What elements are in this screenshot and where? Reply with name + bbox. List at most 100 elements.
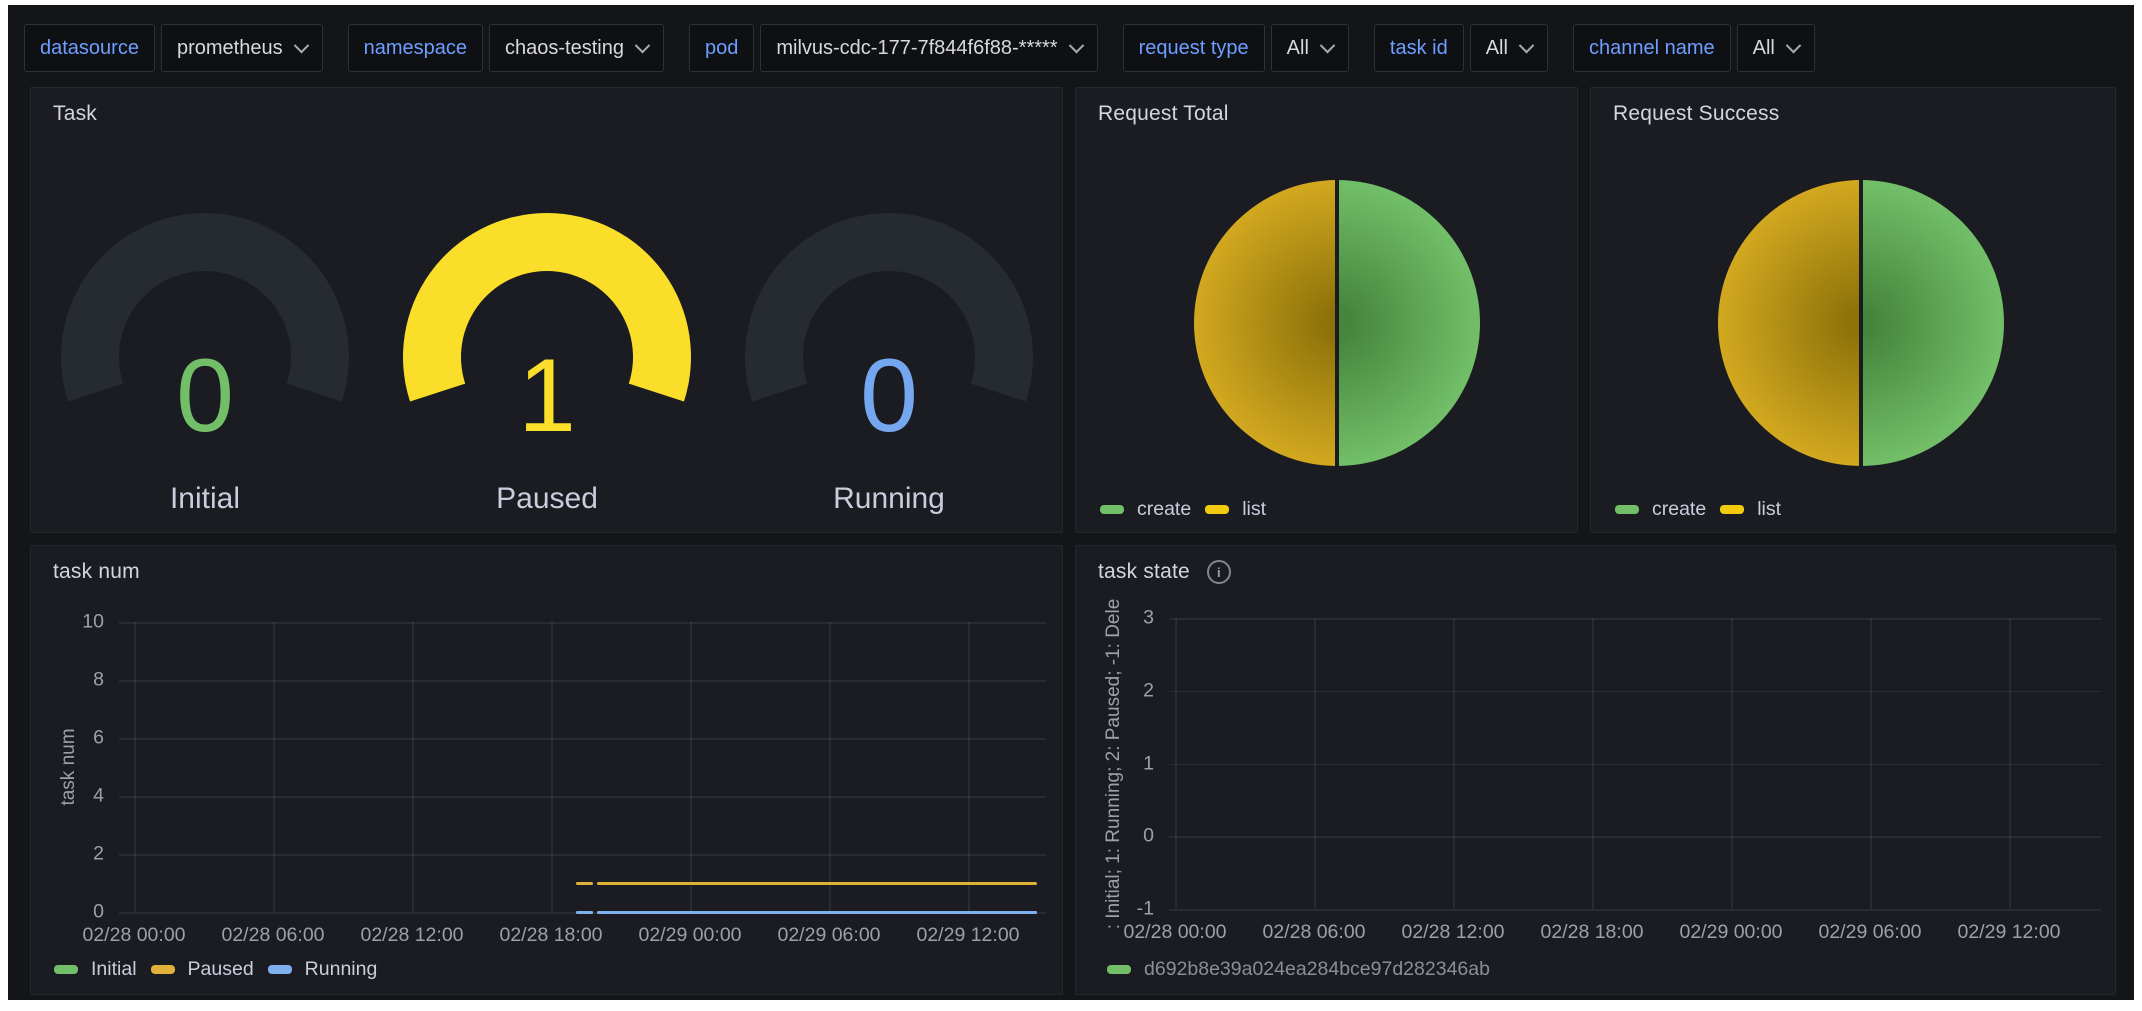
panel-task-num: task num task num 024681002/28 00:0002/2… [30, 545, 1063, 995]
y-axis-tick: 3 [1084, 607, 1154, 630]
pie-chart-request-success [1718, 180, 2004, 471]
legend-item[interactable]: Running [268, 958, 378, 981]
variable-label[interactable]: channel name [1573, 24, 1731, 72]
gridline-horizontal [119, 622, 1046, 624]
variable-value-dropdown[interactable]: All [1737, 24, 1815, 72]
series-line-Paused [576, 882, 593, 885]
variable-label[interactable]: task id [1374, 24, 1464, 72]
gridline-horizontal [119, 738, 1046, 740]
chevron-down-icon [1068, 37, 1084, 53]
variable-value-dropdown[interactable]: milvus-cdc-177-7f844f6f88-***** [760, 24, 1097, 72]
gauge-label: Initial [55, 482, 355, 516]
x-axis-tick: 02/29 00:00 [1679, 921, 1782, 944]
pie-legend[interactable]: create list [1100, 498, 1266, 521]
variable-value-dropdown[interactable]: All [1271, 24, 1349, 72]
y-axis-tick: 6 [34, 727, 104, 750]
x-axis-tick: 02/28 12:00 [1401, 921, 1504, 944]
gridline-vertical [829, 622, 831, 912]
series-line-Running [576, 911, 593, 914]
time-series-plot[interactable]: 024681002/28 00:0002/28 06:0002/28 12:00… [119, 622, 1046, 912]
chevron-down-icon [1519, 37, 1535, 53]
legend-item[interactable]: create [1615, 498, 1706, 521]
variable-value-dropdown[interactable]: prometheus [161, 24, 323, 72]
variable-request-type: request type All [1123, 24, 1349, 72]
variable-value-text: All [1287, 37, 1309, 60]
y-axis-tick: 2 [1084, 679, 1154, 702]
x-axis-tick: 02/28 12:00 [360, 924, 463, 947]
gridline-horizontal [1169, 618, 2101, 620]
x-axis-tick: 02/28 06:00 [221, 924, 324, 947]
legend-label: list [1757, 498, 1781, 521]
chevron-down-icon [1786, 37, 1802, 53]
x-axis-tick: 02/29 06:00 [1818, 921, 1921, 944]
legend-item[interactable]: list [1720, 498, 1781, 521]
y-axis-tick: -1 [1084, 898, 1154, 921]
gridline-vertical [968, 622, 970, 912]
info-icon[interactable]: i [1207, 560, 1231, 584]
gridline-horizontal [119, 854, 1046, 856]
x-axis-tick: 02/28 00:00 [1123, 921, 1226, 944]
gridline-horizontal [119, 680, 1046, 682]
legend-color-dash [1100, 505, 1124, 514]
gridline-vertical [412, 622, 414, 912]
variable-value-dropdown[interactable]: chaos-testing [489, 24, 664, 72]
panel-request-success: Request Success createlist [1590, 87, 2116, 533]
y-axis-tick: 10 [34, 611, 104, 634]
x-axis-tick: 02/29 00:00 [638, 924, 741, 947]
variable-namespace: namespace chaos-testing [348, 24, 664, 72]
legend-color-dash [1107, 965, 1131, 974]
gauge-label: Running [739, 482, 1039, 516]
variable-value-text: All [1753, 37, 1775, 60]
chevron-down-icon [293, 37, 309, 53]
y-axis-tick: 2 [34, 843, 104, 866]
y-axis-tick: 0 [34, 901, 104, 924]
gridline-horizontal [1169, 909, 2101, 911]
gauge-running: 0Running [739, 207, 1039, 527]
legend-label: Running [305, 958, 378, 981]
x-axis-tick: 02/28 06:00 [1262, 921, 1365, 944]
gauge-value: 1 [397, 344, 697, 448]
variable-value-text: All [1486, 37, 1508, 60]
series-line-Running [597, 911, 1037, 914]
x-axis-tick: 02/29 06:00 [777, 924, 880, 947]
variable-task-id: task id All [1374, 24, 1548, 72]
legend-label: d692b8e39a024ea284bce97d282346ab [1144, 958, 1490, 981]
gridline-vertical [1592, 618, 1594, 909]
legend-label: Paused [188, 958, 254, 981]
gridline-vertical [551, 622, 553, 912]
x-axis-tick: 02/28 18:00 [1540, 921, 1643, 944]
legend-item[interactable]: d692b8e39a024ea284bce97d282346ab [1107, 958, 1490, 981]
series-legend[interactable]: d692b8e39a024ea284bce97d282346ab [1107, 958, 1490, 981]
legend-color-dash [151, 965, 175, 974]
variables-toolbar: datasourceprometheus namespace chaos-testi… [24, 24, 1840, 72]
variable-value-text: chaos-testing [505, 37, 624, 60]
variable-datasource: datasourceprometheus [24, 24, 323, 72]
legend-label: list [1242, 498, 1266, 521]
gridline-vertical [2009, 618, 2011, 909]
series-legend[interactable]: Initial Paused Running [54, 958, 377, 981]
y-axis-tick: 4 [34, 785, 104, 808]
x-axis-tick: 02/29 12:00 [1957, 921, 2060, 944]
variable-label[interactable]: namespace [348, 24, 483, 72]
series-line-Paused [597, 882, 1037, 885]
variable-pod: pod milvus-cdc-177-7f844f6f88-***** [689, 24, 1098, 72]
legend-item[interactable]: Initial [54, 958, 137, 981]
gauge-paused: 1 Paused [397, 207, 697, 527]
gauge-label: Paused [397, 482, 697, 516]
pie-slice-create [1337, 180, 1480, 466]
legend-item[interactable]: create [1100, 498, 1191, 521]
legend-item[interactable]: list [1205, 498, 1266, 521]
variable-label[interactable]: request type [1123, 24, 1265, 72]
pie-slice-create [1861, 180, 2004, 466]
legend-item[interactable]: Paused [151, 958, 254, 981]
gridline-vertical [1175, 618, 1177, 909]
pie-legend[interactable]: create list [1615, 498, 1781, 521]
variable-value-dropdown[interactable]: All [1470, 24, 1548, 72]
gauge-initial: 0Initial [55, 207, 355, 527]
variable-value-text: milvus-cdc-177-7f844f6f88-***** [776, 37, 1057, 60]
time-series-plot[interactable]: -1012302/28 00:0002/28 06:0002/28 12:000… [1169, 618, 2101, 909]
panel-task-state: task state i : Initial; 1: Running; 2: P… [1075, 545, 2116, 995]
variable-label[interactable]: pod [689, 24, 754, 72]
gauge-group: 0Initial 1 Paused 0Running [31, 88, 1062, 532]
variable-label[interactable]: datasource [24, 24, 155, 72]
